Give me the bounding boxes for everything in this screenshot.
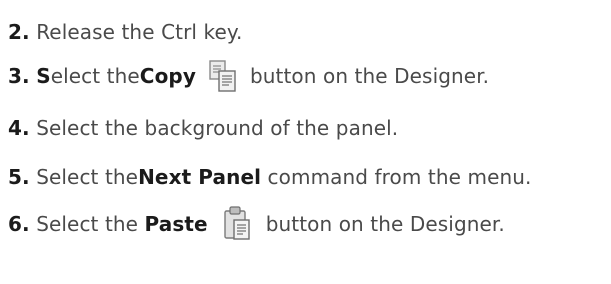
step-text: Release the Ctrl key. [36, 20, 243, 44]
step-text: button on the Designer. [265, 212, 505, 236]
next-panel-label: Next Panel [138, 165, 262, 189]
step-text: elect the [50, 64, 140, 88]
step-text: Select the background of the panel. [36, 116, 399, 140]
step-text: command from the menu. [261, 165, 532, 189]
step-3: 3. S elect the Copy button on the Design… [8, 56, 489, 96]
step-text: button on the Designer. [249, 64, 490, 88]
step-number: 2. [8, 20, 30, 44]
step-text: Select the [36, 212, 145, 236]
copy-icon [208, 58, 238, 94]
step-number: 5. [8, 165, 30, 189]
step-5: 5. Select the Next Panel command from th… [8, 157, 532, 197]
paste-label: Paste [144, 212, 208, 236]
copy-label: Copy [139, 64, 196, 88]
step-text: Select the [36, 165, 139, 189]
step-2: 2. Release the Ctrl key. [8, 12, 242, 52]
step-number: 3. [8, 64, 30, 88]
step-number: 4. [8, 116, 30, 140]
step-lead-letter: S [36, 64, 51, 88]
step-4: 4. Select the background of the panel. [8, 108, 398, 148]
step-6: 6. Select the Paste button on the Design… [8, 204, 505, 244]
paste-icon [222, 205, 252, 243]
step-number: 6. [8, 212, 30, 236]
